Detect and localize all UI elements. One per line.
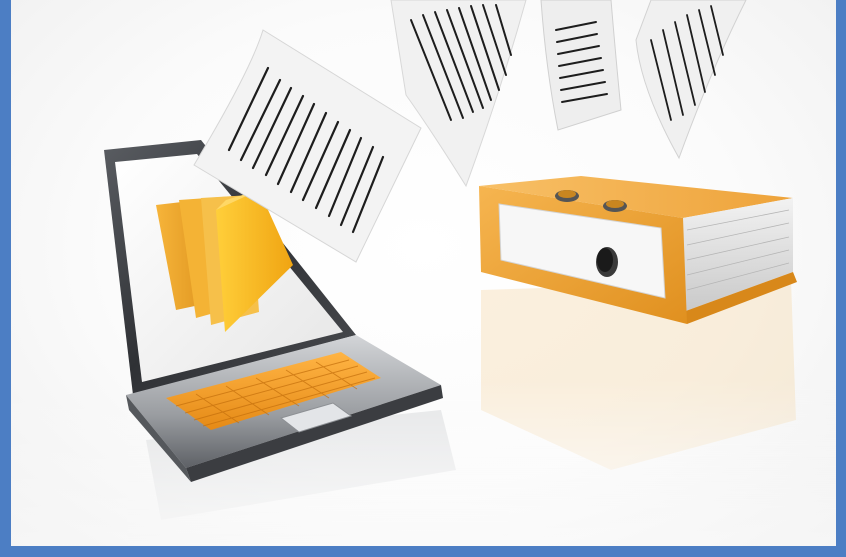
paper-sheet-right [540, 0, 622, 131]
paper-sheet-curled [635, 0, 747, 160]
paper-sheet-middle [390, 0, 527, 188]
scene-svg [11, 0, 836, 546]
illustration-scene [11, 0, 836, 546]
image-frame [0, 0, 846, 557]
